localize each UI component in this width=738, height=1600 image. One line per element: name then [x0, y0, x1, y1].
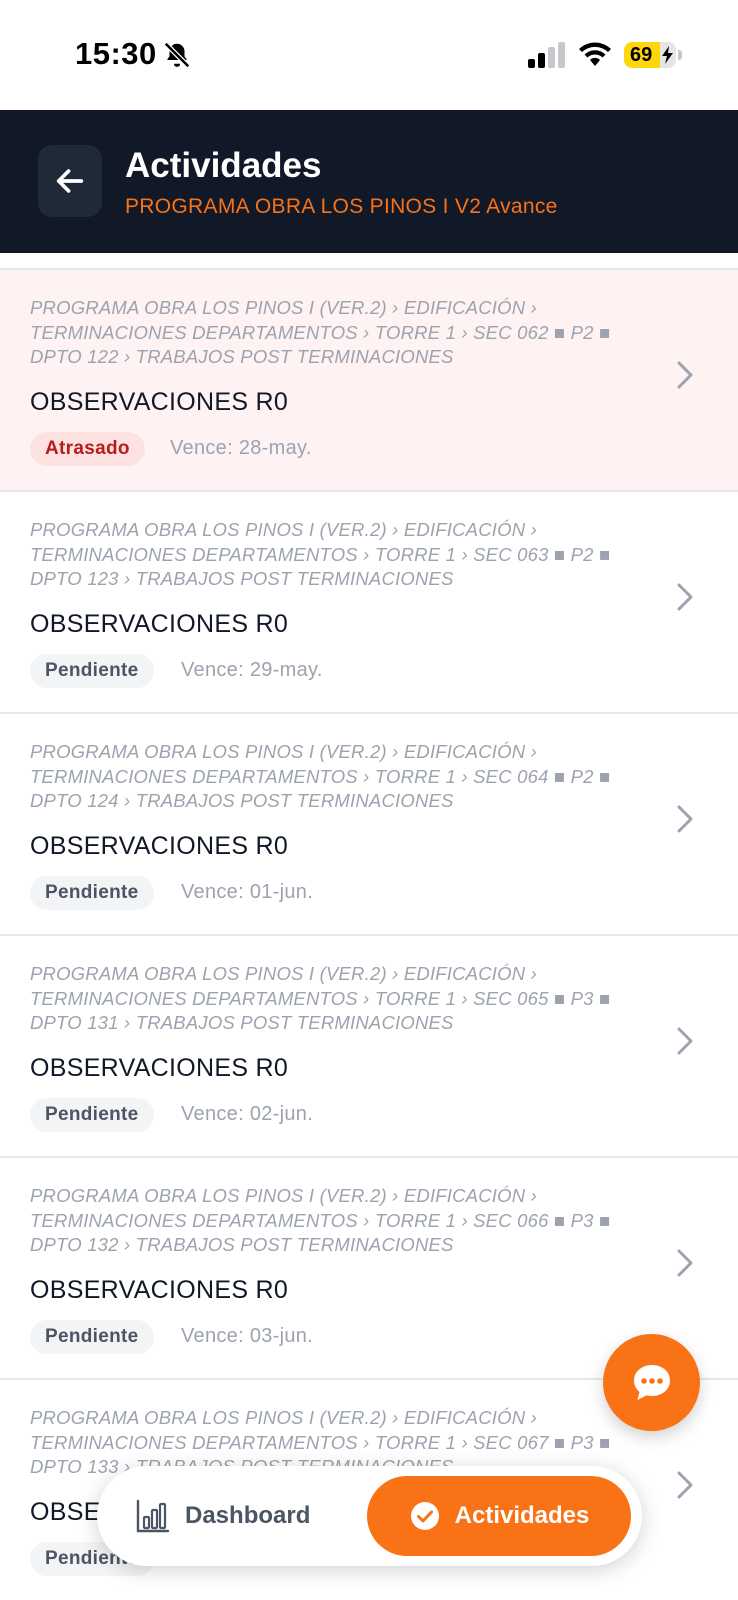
breadcrumb-line: PROGRAMA OBRA LOS PINOS I (VER.2) › EDIF…	[30, 741, 537, 762]
chat-bubble-icon	[633, 1364, 670, 1400]
page-title: Actividades	[125, 146, 322, 185]
wifi-icon	[579, 42, 611, 66]
battery-level: 69	[630, 44, 653, 66]
activity-title: OBSERVACIONES R0	[30, 1054, 289, 1082]
breadcrumb-line: PROGRAMA OBRA LOS PINOS I (VER.2) › EDIF…	[30, 1407, 537, 1428]
nav-dashboard-label: Dashboard	[185, 1502, 311, 1529]
arrow-left-icon	[56, 169, 84, 193]
due-date: Vence: 29-may.	[181, 659, 323, 681]
breadcrumb-line: TERMINACIONES DEPARTAMENTOS › TORRE 1 › …	[30, 987, 611, 1009]
battery-cap	[678, 50, 682, 60]
chevron-right-icon	[677, 1471, 693, 1499]
activity-item[interactable]: PROGRAMA OBRA LOS PINOS I (VER.2) › EDIF…	[0, 270, 738, 492]
chat-button[interactable]	[603, 1334, 700, 1431]
breadcrumb-line: TERMINACIONES DEPARTAMENTOS › TORRE 1 › …	[30, 1209, 611, 1231]
status-time: 15:30	[75, 36, 157, 71]
breadcrumb-line: TERMINACIONES DEPARTAMENTOS › TORRE 1 › …	[30, 1431, 611, 1453]
status-badge-late: Atrasado	[30, 432, 145, 466]
breadcrumb-line: TERMINACIONES DEPARTAMENTOS › TORRE 1 › …	[30, 765, 611, 787]
due-date: Vence: 01-jun.	[181, 881, 314, 903]
breadcrumb-line: DPTO 131 › TRABAJOS POST TERMINACIONES	[30, 1012, 454, 1033]
due-date: Vence: 28-may.	[170, 437, 312, 459]
signal-icon	[528, 42, 565, 68]
activity-title: OBSERVACIONES R0	[30, 1276, 289, 1304]
check-circle-icon	[410, 1502, 439, 1530]
app-header: Actividades PROGRAMA OBRA LOS PINOS I V2…	[0, 110, 738, 253]
page-subtitle: PROGRAMA OBRA LOS PINOS I V2 Avance	[125, 195, 558, 218]
activity-title: OBSERVACIONES R0	[30, 388, 289, 416]
breadcrumb-line: PROGRAMA OBRA LOS PINOS I (VER.2) › EDIF…	[30, 963, 537, 984]
breadcrumb-line: DPTO 132 › TRABAJOS POST TERMINACIONES	[30, 1234, 454, 1255]
activity-breadcrumb: PROGRAMA OBRA LOS PINOS I (VER.2) › EDIF…	[30, 740, 630, 814]
nav-tab-activities[interactable]: Actividades	[367, 1476, 631, 1556]
breadcrumb-line: TERMINACIONES DEPARTAMENTOS › TORRE 1 › …	[30, 321, 611, 343]
bolt-icon	[662, 46, 673, 64]
bottom-navigation: Dashboard Actividades	[97, 1466, 642, 1566]
due-date: Vence: 03-jun.	[181, 1325, 314, 1347]
breadcrumb-line: DPTO 124 › TRABAJOS POST TERMINACIONES	[30, 790, 454, 811]
status-badge-pending: Pendiente	[30, 1320, 154, 1354]
activity-breadcrumb: PROGRAMA OBRA LOS PINOS I (VER.2) › EDIF…	[30, 1184, 630, 1258]
status-badge-pending: Pendiente	[30, 654, 154, 688]
breadcrumb-line: DPTO 122 › TRABAJOS POST TERMINACIONES	[30, 346, 454, 367]
activity-item[interactable]: PROGRAMA OBRA LOS PINOS I (VER.2) › EDIF…	[0, 936, 738, 1158]
nav-tab-dashboard[interactable]: Dashboard	[135, 1484, 310, 1548]
activity-item[interactable]: PROGRAMA OBRA LOS PINOS I (VER.2) › EDIF…	[0, 492, 738, 714]
breadcrumb-line: DPTO 123 › TRABAJOS POST TERMINACIONES	[30, 568, 454, 589]
bar-chart-icon	[136, 1499, 170, 1533]
chevron-right-icon	[677, 361, 693, 389]
battery-indicator: 69	[624, 42, 676, 68]
activity-breadcrumb: PROGRAMA OBRA LOS PINOS I (VER.2) › EDIF…	[30, 296, 630, 370]
chevron-right-icon	[677, 1249, 693, 1277]
chevron-right-icon	[677, 1027, 693, 1055]
breadcrumb-line: TERMINACIONES DEPARTAMENTOS › TORRE 1 › …	[30, 543, 611, 565]
breadcrumb-line: PROGRAMA OBRA LOS PINOS I (VER.2) › EDIF…	[30, 297, 537, 318]
chevron-right-icon	[677, 805, 693, 833]
activity-title: OBSERVACIONES R0	[30, 832, 289, 860]
activity-breadcrumb: PROGRAMA OBRA LOS PINOS I (VER.2) › EDIF…	[30, 518, 630, 592]
status-badge-pending: Pendiente	[30, 1098, 154, 1132]
breadcrumb-line: PROGRAMA OBRA LOS PINOS I (VER.2) › EDIF…	[30, 519, 537, 540]
activity-title: OBSERVACIONES R0	[30, 610, 289, 638]
activity-item[interactable]: PROGRAMA OBRA LOS PINOS I (VER.2) › EDIF…	[0, 714, 738, 936]
nav-activities-label: Actividades	[454, 1502, 590, 1529]
status-badge-pending: Pendiente	[30, 876, 154, 910]
chevron-right-icon	[677, 583, 693, 611]
back-button[interactable]	[38, 145, 102, 217]
due-date: Vence: 02-jun.	[181, 1103, 314, 1125]
bell-muted-icon	[163, 41, 191, 69]
breadcrumb-line: PROGRAMA OBRA LOS PINOS I (VER.2) › EDIF…	[30, 1185, 537, 1206]
status-bar: 15:30 69	[0, 0, 738, 110]
activity-breadcrumb: PROGRAMA OBRA LOS PINOS I (VER.2) › EDIF…	[30, 962, 630, 1036]
